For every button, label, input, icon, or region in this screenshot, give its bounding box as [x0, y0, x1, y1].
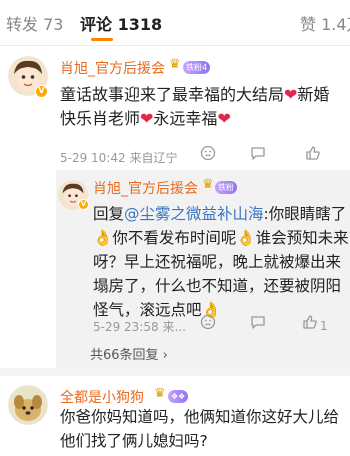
reply-icon[interactable] [250, 314, 266, 334]
comment-text: 童话故事迎来了最幸福的大结局❤新婚 快乐肖老师❤永远幸福❤ [60, 83, 329, 131]
comment-text-line: 童话故事迎来了最幸福的大结局 [60, 85, 285, 104]
comment-timestamp: 5-29 10:42 来自辽宁 [60, 151, 178, 165]
like-icon[interactable] [305, 145, 321, 165]
comment-text-line: 永远幸福 [153, 109, 218, 128]
emoji-icon[interactable] [200, 145, 216, 165]
tab-bar: 转发 73 评论 1318 赞 1.4万 [0, 0, 350, 46]
comment-text-line: 他们找了俩儿媳妇吗? [60, 432, 208, 450]
tab-comments[interactable]: 评论 1318 [80, 11, 162, 35]
reply-text-line: 呀？早上还祝福呢，晚上就被爆出来 [93, 253, 342, 271]
active-tab-indicator [91, 38, 113, 41]
emoji-icon[interactable] [200, 314, 216, 334]
view-more-replies[interactable]: 共66条回复 › [90, 344, 168, 363]
hand-emoji-icon: 👌 [93, 229, 113, 247]
hand-emoji-icon: 👌 [236, 229, 256, 247]
reply-text: 回复@尘雾之微益补山海:你眼睛瞎了 👌你不看发布时间呢👌谁会预知未来 呀？早上还… [93, 202, 350, 322]
comment-username[interactable]: 肖旭_官方后援会 [60, 58, 165, 78]
tab-likes[interactable]: 赞 1.4万 [300, 11, 350, 35]
reply-text-line: 怪气，滚远点吧 [93, 301, 202, 319]
tab-reposts[interactable]: 转发 73 [6, 11, 63, 35]
like-count: 1 [320, 319, 328, 333]
reply-username[interactable]: 肖旭_官方后援会 [93, 178, 198, 198]
like-button[interactable]: 1 [302, 314, 328, 334]
member-badge-icon: ❖❖ [168, 390, 189, 403]
reply-text-line: 谁会预知未来 [255, 229, 349, 247]
avatar[interactable] [8, 385, 48, 425]
comment-username[interactable]: 全都是小狗狗 [60, 387, 144, 407]
comment-text-line: 快乐肖老师 [60, 109, 141, 128]
crown-icon: ♛ [202, 177, 214, 192]
mention-link[interactable]: @尘雾之微益补山海 [124, 205, 264, 223]
verified-icon: V [78, 199, 89, 210]
heart-icon: ❤ [284, 85, 298, 104]
fan-badge: 铁粉4 [183, 61, 211, 74]
comment-text-line: 新婚 [297, 85, 330, 104]
reply-text-line: :你眼睛瞎了 [263, 205, 347, 223]
reply-prefix: 回复 [93, 205, 125, 223]
heart-icon: ❤ [140, 109, 154, 128]
divider [0, 368, 350, 376]
reply-text-line: 塌房了，什么也不知道，还要被阴阳 [93, 277, 342, 295]
fan-badge: 铁粉 [215, 181, 237, 194]
comment-text-line: 你爸你妈知道吗，他俩知道你这好大儿给 [60, 408, 340, 426]
crown-icon: ♛ [169, 57, 181, 72]
reply-text-line: 你不看发布时间呢 [112, 229, 237, 247]
reply-icon[interactable] [250, 145, 266, 165]
verified-icon: V [35, 85, 48, 98]
comment-text: 你爸你妈知道吗，他俩知道你这好大儿给 他们找了俩儿媳妇吗? [60, 405, 339, 453]
like-icon [303, 315, 317, 329]
heart-icon: ❤ [217, 109, 231, 128]
crown-icon: ♛ [154, 386, 166, 401]
reply-timestamp: 5-29 23:58 来... [93, 320, 186, 334]
